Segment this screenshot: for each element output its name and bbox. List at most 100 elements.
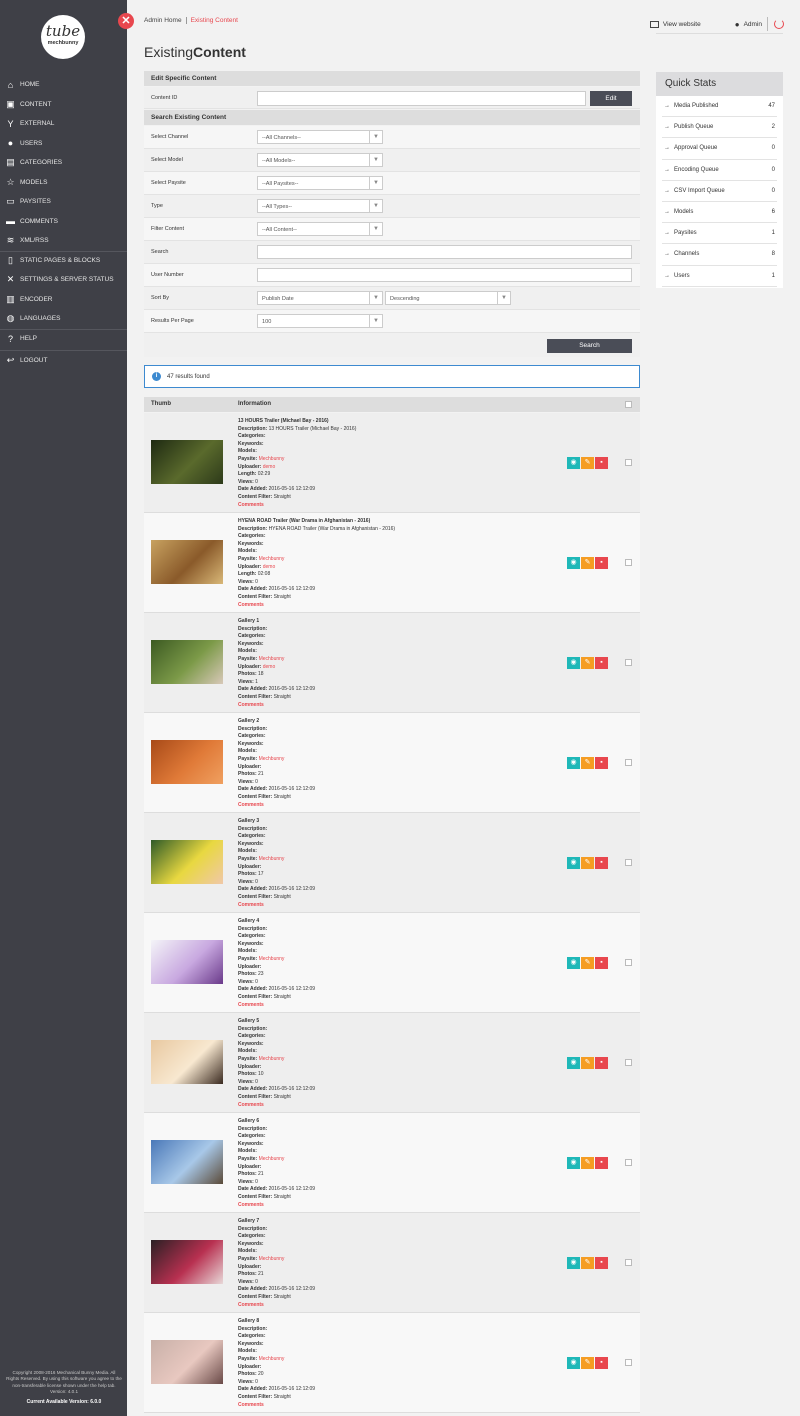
content-uploader-link[interactable]: demo <box>263 464 276 470</box>
content-title[interactable]: Gallery 8 <box>238 1318 259 1324</box>
view-button[interactable]: ◉ <box>567 857 580 869</box>
comments-link[interactable]: Comments <box>238 602 264 608</box>
edit-button[interactable]: ✎ <box>581 657 594 669</box>
delete-button[interactable]: ▪ <box>595 1357 608 1369</box>
breadcrumb-home[interactable]: Admin Home <box>144 17 187 24</box>
content-title[interactable]: Gallery 5 <box>238 1018 259 1024</box>
sidebar-item-comments[interactable]: ▬ COMMENTS <box>0 212 127 232</box>
content-title[interactable]: Gallery 4 <box>238 918 259 924</box>
sidebar-item-users[interactable]: ● USERS <box>0 134 127 154</box>
comments-link[interactable]: Comments <box>238 1302 264 1308</box>
content-uploader-link[interactable]: demo <box>263 564 276 570</box>
search-button[interactable]: Search <box>547 339 632 353</box>
row-checkbox[interactable] <box>625 559 632 566</box>
comments-link[interactable]: Comments <box>238 702 264 708</box>
edit-button[interactable]: ✎ <box>581 1057 594 1069</box>
sort-order-select[interactable]: Descending ▼ <box>385 291 511 305</box>
content-thumbnail[interactable] <box>151 740 223 784</box>
content-paysite-link[interactable]: Mechbunny <box>259 756 285 762</box>
delete-button[interactable]: ▪ <box>595 857 608 869</box>
quick-stat-row[interactable]: → Users 1 <box>662 266 777 287</box>
view-button[interactable]: ◉ <box>567 1257 580 1269</box>
content-thumbnail[interactable] <box>151 940 223 984</box>
row-checkbox[interactable] <box>625 859 632 866</box>
content-thumbnail[interactable] <box>151 540 223 584</box>
quick-stat-row[interactable]: → Paysites 1 <box>662 223 777 245</box>
content-thumbnail[interactable] <box>151 440 223 484</box>
quick-stat-row[interactable]: → Channels 8 <box>662 244 777 266</box>
comments-link[interactable]: Comments <box>238 902 264 908</box>
delete-button[interactable]: ▪ <box>595 657 608 669</box>
comments-link[interactable]: Comments <box>238 1002 264 1008</box>
content-thumbnail[interactable] <box>151 1240 223 1284</box>
logo[interactable]: tube mechbunny <box>41 15 85 59</box>
quick-stat-row[interactable]: → Publish Queue 2 <box>662 117 777 139</box>
sidebar-item-help[interactable]: ? HELP <box>0 328 127 349</box>
view-button[interactable]: ◉ <box>567 1157 580 1169</box>
delete-button[interactable]: ▪ <box>595 757 608 769</box>
content-paysite-link[interactable]: Mechbunny <box>259 1356 285 1362</box>
view-website-link[interactable]: View website <box>663 21 701 28</box>
sidebar-item-external[interactable]: Y EXTERNAL <box>0 114 127 134</box>
sidebar-item-paysites[interactable]: ▭ PAYSITES <box>0 192 127 212</box>
view-button[interactable]: ◉ <box>567 957 580 969</box>
delete-button[interactable]: ▪ <box>595 457 608 469</box>
delete-button[interactable]: ▪ <box>595 1257 608 1269</box>
content-title[interactable]: Gallery 3 <box>238 818 259 824</box>
row-checkbox[interactable] <box>625 1059 632 1066</box>
sidebar-item-static-pages-blocks[interactable]: ▯ STATIC PAGES & BLOCKS <box>0 250 127 271</box>
content-thumbnail[interactable] <box>151 840 223 884</box>
comments-link[interactable]: Comments <box>238 1402 264 1408</box>
channel-select[interactable]: --All Channels-- ▼ <box>257 130 383 144</box>
edit-button[interactable]: ✎ <box>581 757 594 769</box>
content-title[interactable]: Gallery 7 <box>238 1218 259 1224</box>
delete-button[interactable]: ▪ <box>595 557 608 569</box>
content-title[interactable]: HYENA ROAD Trailer (War Drama in Afghani… <box>238 518 370 524</box>
content-thumbnail[interactable] <box>151 1340 223 1384</box>
sidebar-item-encoder[interactable]: ▥ ENCODER <box>0 290 127 310</box>
delete-button[interactable]: ▪ <box>595 1057 608 1069</box>
edit-button[interactable]: ✎ <box>581 1157 594 1169</box>
content-paysite-link[interactable]: Mechbunny <box>259 856 285 862</box>
delete-button[interactable]: ▪ <box>595 1157 608 1169</box>
quick-stat-row[interactable]: → Approval Queue 0 <box>662 138 777 160</box>
type-select[interactable]: --All Types-- ▼ <box>257 199 383 213</box>
row-checkbox[interactable] <box>625 1159 632 1166</box>
comments-link[interactable]: Comments <box>238 1202 264 1208</box>
row-checkbox[interactable] <box>625 959 632 966</box>
content-paysite-link[interactable]: Mechbunny <box>259 1256 285 1262</box>
content-paysite-link[interactable]: Mechbunny <box>259 556 285 562</box>
edit-button[interactable]: ✎ <box>581 557 594 569</box>
sidebar-item-languages[interactable]: ◍ LANGUAGES <box>0 309 127 329</box>
content-title[interactable]: 13 HOURS Trailer (Michael Bay - 2016) <box>238 418 329 424</box>
quick-stat-row[interactable]: → Media Published 47 <box>662 96 777 118</box>
sidebar-item-logout[interactable]: ↩ LOGOUT <box>0 350 127 370</box>
per-page-select[interactable]: 100 ▼ <box>257 314 383 328</box>
view-button[interactable]: ◉ <box>567 457 580 469</box>
user-menu[interactable]: Admin <box>744 21 762 28</box>
search-input[interactable] <box>257 245 632 259</box>
edit-button[interactable]: ✎ <box>581 1357 594 1369</box>
view-button[interactable]: ◉ <box>567 1357 580 1369</box>
model-select[interactable]: --All Models-- ▼ <box>257 153 383 167</box>
row-checkbox[interactable] <box>625 659 632 666</box>
content-title[interactable]: Gallery 2 <box>238 718 259 724</box>
sidebar-item-xml-rss[interactable]: ≋ XML/RSS <box>0 231 127 251</box>
quick-stat-row[interactable]: → CSV Import Queue 0 <box>662 181 777 202</box>
edit-button[interactable]: ✎ <box>581 457 594 469</box>
content-paysite-link[interactable]: Mechbunny <box>259 1056 285 1062</box>
content-title[interactable]: Gallery 6 <box>238 1118 259 1124</box>
edit-button[interactable]: ✎ <box>581 1257 594 1269</box>
comments-link[interactable]: Comments <box>238 1102 264 1108</box>
content-thumbnail[interactable] <box>151 1140 223 1184</box>
paysite-select[interactable]: --All Paysites-- ▼ <box>257 176 383 190</box>
edit-button[interactable]: ✎ <box>581 957 594 969</box>
content-thumbnail[interactable] <box>151 1040 223 1084</box>
comments-link[interactable]: Comments <box>238 502 264 508</box>
row-checkbox[interactable] <box>625 759 632 766</box>
user-number-input[interactable] <box>257 268 632 282</box>
row-checkbox[interactable] <box>625 1259 632 1266</box>
content-title[interactable]: Gallery 1 <box>238 618 259 624</box>
view-button[interactable]: ◉ <box>567 1057 580 1069</box>
view-button[interactable]: ◉ <box>567 657 580 669</box>
